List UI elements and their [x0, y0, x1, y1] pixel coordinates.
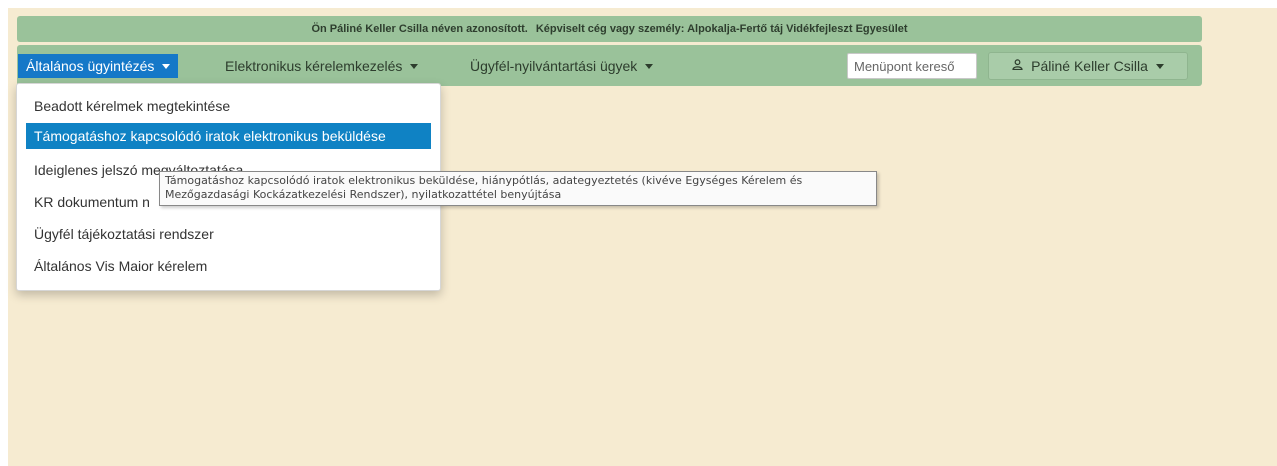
dropdown-item-ugyfel-tajekoztatasi-rendszer[interactable]: Ügyfél tájékoztatási rendszer [17, 219, 440, 251]
nav-menu-altalanos-ugyintezes[interactable]: Általános ügyintézés [18, 54, 179, 78]
nav-menu-elektronikus-kerelemkezeles[interactable]: Elektronikus kérelemkezelés [225, 54, 419, 78]
identity-info-bar: Ön Páliné Keller Csilla néven azonosítot… [17, 16, 1202, 42]
top-strip [8, 0, 1277, 8]
nav-menu-label: Ügyfél-nyilvántartási ügyek [470, 58, 638, 74]
caret-down-icon [162, 63, 171, 69]
user-menu-button[interactable]: Páliné Keller Csilla [988, 52, 1188, 80]
dropdown-item-beadott-kerelmek[interactable]: Beadott kérelmek megtekintése [17, 91, 440, 123]
nav-menu-label: Általános ügyintézés [26, 58, 155, 74]
menu-search-input[interactable] [847, 53, 977, 79]
tooltip-line-1: Támogatáshoz kapcsolódó iratok elektroni… [165, 174, 803, 187]
nav-menu-ugyfel-nyilvantartasi-ugyek[interactable]: Ügyfél-nyilvántartási ügyek [470, 54, 654, 78]
page-background: Ön Páliné Keller Csilla néven azonosítot… [8, 0, 1277, 466]
tooltip-line-2: Mezőgazdasági Kockázatkezelési Rendszer)… [165, 188, 562, 201]
user-icon [1012, 52, 1023, 78]
represented-entity-text: Képviselt cég vagy személy: Alpokalja-Fe… [535, 23, 908, 35]
caret-down-icon [1155, 63, 1164, 69]
dropdown-item-tamogatas-iratok-bekuldese[interactable]: Támogatáshoz kapcsolódó iratok elektroni… [26, 123, 431, 149]
user-name: Páliné Keller Csilla [1031, 58, 1148, 74]
menu-item-tooltip: Támogatáshoz kapcsolódó iratok elektroni… [159, 171, 877, 206]
caret-down-icon [645, 63, 654, 69]
identified-user-text: Ön Páliné Keller Csilla néven azonosítot… [311, 23, 528, 35]
main-navbar: Általános ügyintézés Elektronikus kérele… [17, 45, 1202, 86]
nav-menu-label: Elektronikus kérelemkezelés [225, 58, 403, 74]
caret-down-icon [410, 63, 419, 69]
dropdown-item-vis-maior-kerelem[interactable]: Általános Vis Maior kérelem [17, 251, 440, 283]
